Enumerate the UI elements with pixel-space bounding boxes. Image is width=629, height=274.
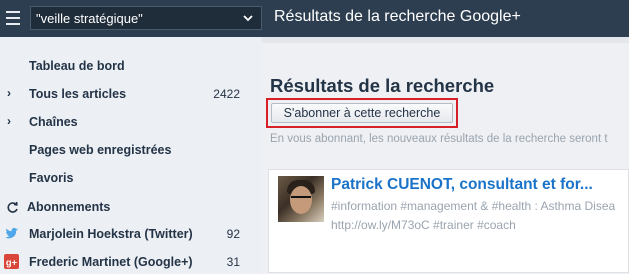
chevron-right-icon[interactable]: ›: [7, 86, 11, 100]
twitter-icon: [4, 227, 19, 239]
unread-count: 31: [226, 255, 240, 269]
sidebar: Tableau de bord › Tous les articles 2422…: [0, 37, 262, 273]
sidebar-item-label: Pages web enregistrées: [29, 143, 172, 157]
refresh-icon[interactable]: [6, 201, 19, 214]
sidebar-item-label: Tableau de bord: [29, 59, 125, 73]
top-bar: Résultats de la recherche Google+: [0, 0, 629, 37]
sidebar-item-label: Favoris: [29, 171, 74, 185]
result-card[interactable]: Patrick CUENOT, consultant et for... #in…: [268, 169, 629, 273]
avatar[interactable]: [278, 176, 324, 222]
subscription-item[interactable]: g+ Frederic Martinet (Google+) 31: [0, 250, 262, 274]
section-label: Abonnements: [27, 200, 111, 214]
svg-text:g+: g+: [6, 257, 18, 267]
subscription-label: Frederic Martinet (Google+): [29, 255, 193, 269]
result-title-link[interactable]: Patrick CUENOT, consultant et for...: [331, 176, 593, 194]
sidebar-item-dashboard[interactable]: Tableau de bord: [0, 54, 262, 78]
sidebar-item-label: Chaînes: [29, 115, 78, 129]
sidebar-item-saved-pages[interactable]: Pages web enregistrées: [0, 138, 262, 162]
chevron-down-icon[interactable]: [241, 11, 255, 25]
chevron-right-icon[interactable]: ›: [7, 114, 11, 128]
page-title: Résultats de la recherche Google+: [274, 8, 521, 25]
sidebar-item-label: Tous les articles: [29, 87, 127, 101]
divider: [262, 37, 629, 43]
sidebar-item-channels[interactable]: › Chaînes: [0, 110, 262, 134]
sidebar-section-subscriptions[interactable]: Abonnements: [0, 196, 262, 218]
result-url[interactable]: http://ow.ly/M73oC #trainer #coach: [331, 218, 516, 232]
unread-count: 2422: [213, 87, 240, 101]
search-box[interactable]: [30, 6, 262, 30]
result-snippet: #information #management & #health : Ast…: [331, 199, 616, 213]
subscribe-search-button[interactable]: S'abonner à cette recherche: [271, 103, 453, 123]
sidebar-item-favorites[interactable]: Favoris: [0, 166, 262, 190]
highlight-box: S'abonner à cette recherche: [266, 98, 458, 128]
sidebar-item-all-articles[interactable]: › Tous les articles 2422: [0, 82, 262, 106]
menu-icon[interactable]: [6, 11, 20, 25]
subscribe-hint: En vous abonnant, les nouveaux résultats…: [270, 133, 608, 145]
main-content: Résultats de la recherche S'abonner à ce…: [262, 37, 629, 273]
results-heading: Résultats de la recherche: [270, 75, 495, 96]
search-input[interactable]: [31, 7, 241, 29]
subscription-label: Marjolein Hoekstra (Twitter): [29, 227, 193, 241]
subscription-item[interactable]: Marjolein Hoekstra (Twitter) 92: [0, 222, 262, 246]
google-plus-icon: g+: [4, 254, 19, 269]
unread-count: 92: [226, 227, 240, 241]
